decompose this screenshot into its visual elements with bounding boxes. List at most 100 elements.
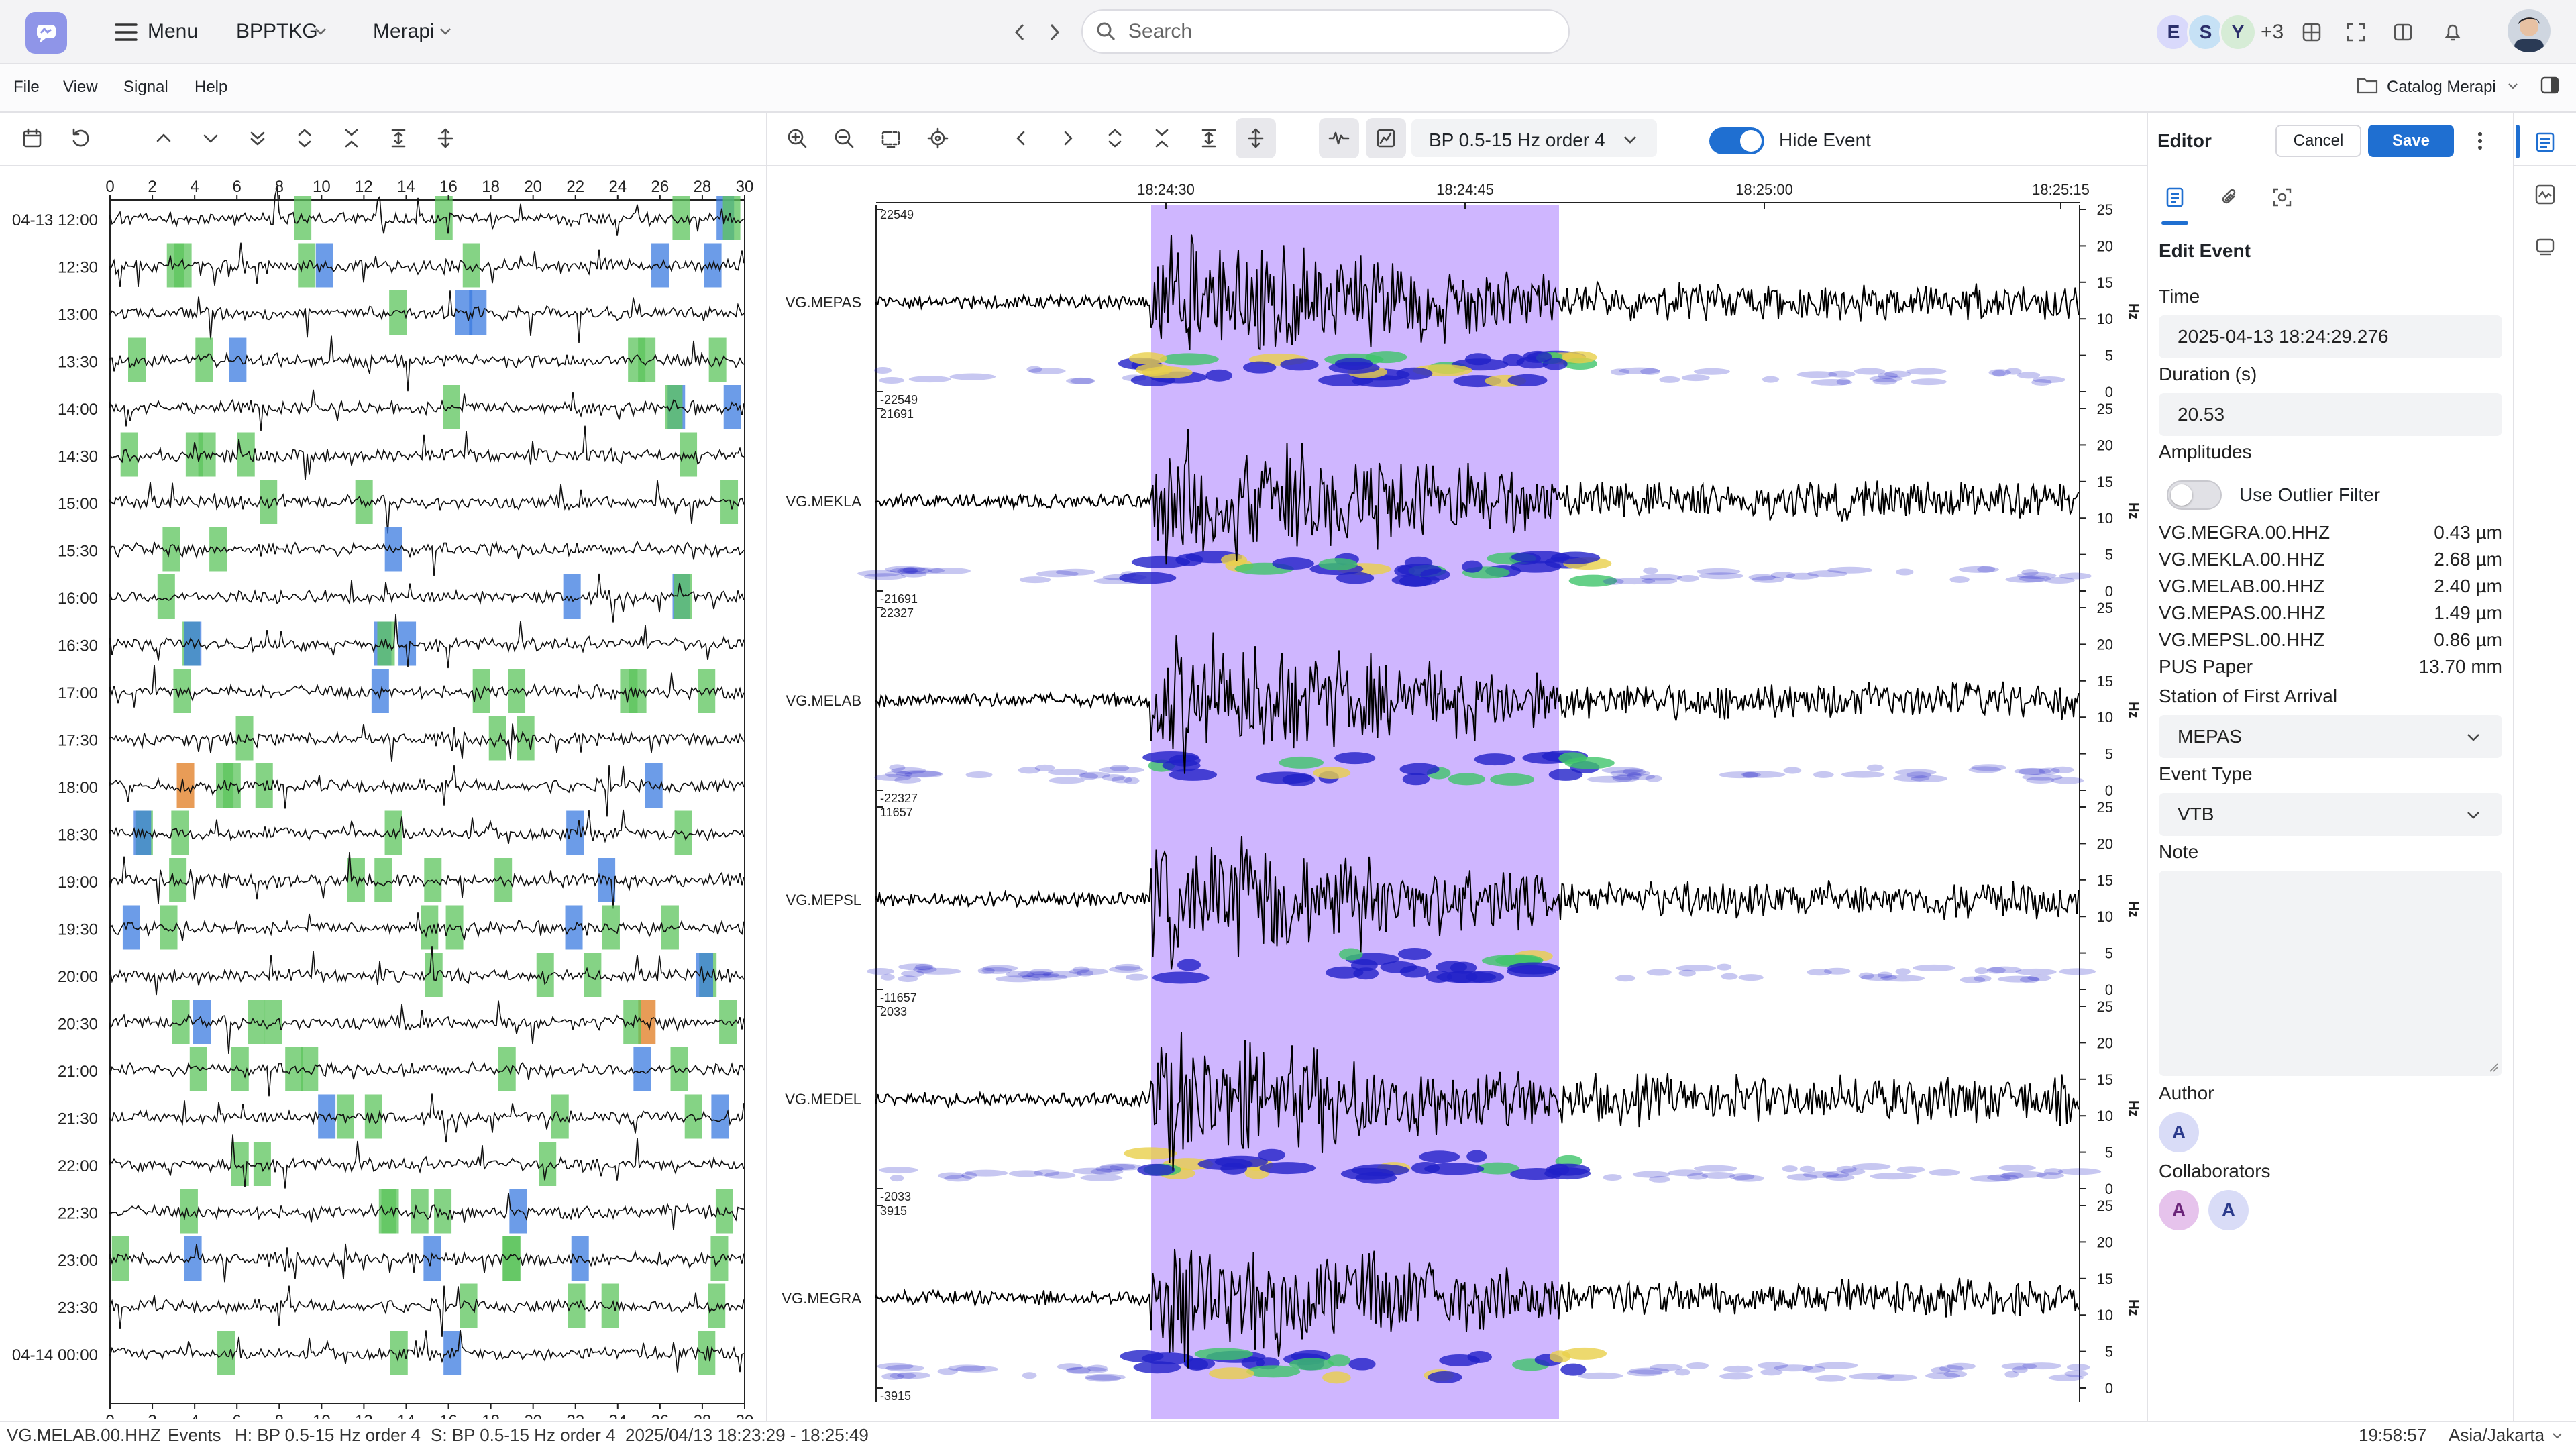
spectrogram-blob [1649, 1364, 1683, 1371]
status-timezone[interactable]: Asia/Jakarta [2449, 1425, 2544, 1446]
editor-rail-button[interactable] [2530, 127, 2560, 157]
forward-icon[interactable] [1041, 19, 1068, 46]
x-tick-label: 2 [148, 178, 156, 196]
spectrogram-blob [1622, 768, 1646, 775]
shift-down-button[interactable] [191, 118, 231, 158]
spectrogram-blob [879, 377, 904, 384]
scroll-right-button[interactable] [1048, 118, 1088, 158]
refresh-button[interactable] [60, 118, 101, 158]
first-arrival-select[interactable]: MEPAS [2159, 715, 2502, 758]
more-options-icon[interactable] [2470, 127, 2490, 154]
amplitude-min-label: -21691 [880, 592, 918, 606]
spectrogram-blob [2032, 376, 2065, 384]
seismogram-plot[interactable]: 18:24:30 18:24:45 18:25:00 18:25:15 22549 -22… [767, 168, 2147, 1419]
collapse-button[interactable] [331, 118, 372, 158]
bell-icon[interactable] [2439, 19, 2466, 46]
menu-file[interactable]: File [13, 78, 40, 97]
spectrogram-blob [1970, 1175, 2011, 1182]
expand-button[interactable] [284, 118, 325, 158]
layout-icon[interactable] [2390, 19, 2416, 46]
outlier-filter-toggle[interactable] [2167, 480, 2222, 510]
author-avatar[interactable]: A [2159, 1112, 2199, 1152]
collapse-button[interactable] [1142, 118, 1182, 158]
more-users-count[interactable]: +3 [2261, 21, 2284, 44]
menu-help[interactable]: Help [195, 78, 227, 97]
catalog-selector[interactable]: Catalog Merapi [2387, 78, 2496, 97]
status-events[interactable]: Events [168, 1425, 221, 1446]
duration-label: Duration (s) [2159, 364, 2257, 384]
spread-button[interactable] [425, 118, 466, 158]
fullscreen-icon[interactable] [2343, 19, 2369, 46]
shift-down-more-button[interactable] [237, 118, 278, 158]
menu-view[interactable]: View [63, 78, 98, 97]
resize-handle-icon[interactable] [2489, 1063, 2498, 1072]
calendar-button[interactable] [12, 118, 52, 158]
row-time-label: 22:00 [58, 1157, 98, 1175]
spectrogram-blob [1896, 568, 1914, 576]
expand-button[interactable] [1095, 118, 1135, 158]
waveform-toggle[interactable] [1319, 118, 1359, 158]
apps-icon[interactable] [2298, 19, 2325, 46]
spectrogram-blob [1925, 1372, 1960, 1379]
freq-tick-label: 15 [2097, 474, 2113, 490]
zoom-in-button[interactable] [777, 118, 817, 158]
volcano-selector[interactable]: Merapi [373, 20, 435, 43]
fit-height-icon [391, 129, 406, 148]
amplitude-row: VG.MEPSL.00.HHZ 0.86 µm [2159, 629, 2502, 650]
freq-tick-label: 10 [2097, 311, 2113, 327]
row-time-label: 15:00 [58, 495, 98, 513]
org-selector[interactable]: BPPTKG [236, 20, 318, 43]
shift-up-button[interactable] [144, 118, 184, 158]
row-time-label: 16:30 [58, 637, 98, 655]
menu-button[interactable]: Menu [148, 20, 198, 43]
event-marker [508, 669, 526, 713]
freq-tick-label: 0 [2105, 1380, 2113, 1397]
event-marker [720, 480, 739, 524]
spread-button[interactable] [1236, 118, 1276, 158]
scroll-left-button[interactable] [1001, 118, 1041, 158]
search-input[interactable]: Search [1128, 20, 1192, 43]
back-icon[interactable] [1006, 19, 1033, 46]
fit-height-button[interactable] [378, 118, 419, 158]
event-type-select[interactable]: VTB [2159, 793, 2502, 836]
helicorder-plot[interactable]: 04-13 12:00 12:30 13:00 13:30 14:00 14:30 15:0… [0, 168, 766, 1430]
spectrogram-toggle[interactable] [1366, 118, 1406, 158]
collaborator-avatar[interactable]: A [2208, 1190, 2249, 1230]
row-time-label: 18:00 [58, 779, 98, 797]
hide-event-toggle[interactable] [1709, 127, 1764, 154]
tab-details[interactable] [2161, 184, 2188, 211]
spectrogram-blob [1465, 353, 1491, 366]
event-marker [571, 1236, 589, 1281]
channel-label: VG.MEKLA [786, 493, 862, 510]
hamburger-icon[interactable] [113, 19, 140, 46]
freq-tick-label: 25 [2097, 400, 2113, 417]
duration-field[interactable]: 20.53 [2159, 393, 2502, 436]
comments-rail-button[interactable] [2530, 232, 2560, 262]
menu-signal[interactable]: Signal [123, 78, 168, 97]
app-logo-icon[interactable] [25, 12, 67, 54]
avatar[interactable]: Y [2219, 13, 2257, 51]
zoom-out-button[interactable] [824, 118, 864, 158]
time-field[interactable]: 2025-04-13 18:24:29.276 [2159, 315, 2502, 358]
tab-capture[interactable] [2269, 184, 2296, 211]
analysis-rail-button[interactable] [2530, 180, 2560, 209]
channel-label: VG.MEGRA [782, 1290, 861, 1307]
user-avatar[interactable] [2508, 9, 2551, 52]
note-textarea[interactable] [2159, 871, 2502, 1076]
spectrogram-blob [948, 1364, 986, 1372]
collaborator-avatar[interactable]: A [2159, 1190, 2199, 1230]
fit-height-button[interactable] [1189, 118, 1229, 158]
freq-tick-label: 5 [2105, 1144, 2113, 1161]
zoom-area-button[interactable] [871, 118, 911, 158]
spectrogram-blob [1336, 572, 1375, 584]
spectrogram-blob [1402, 773, 1430, 786]
freq-tick-label: 0 [2105, 583, 2113, 600]
spectrogram-blob [1549, 1350, 1571, 1363]
tab-attachments[interactable] [2216, 184, 2243, 211]
save-button[interactable]: Save [2368, 125, 2454, 157]
panel-toggle-icon[interactable] [2538, 74, 2561, 97]
cancel-button[interactable]: Cancel [2275, 125, 2361, 157]
event-marker [172, 1000, 190, 1044]
x-tick-label: 22 [566, 178, 584, 196]
reset-zoom-button[interactable] [918, 118, 958, 158]
